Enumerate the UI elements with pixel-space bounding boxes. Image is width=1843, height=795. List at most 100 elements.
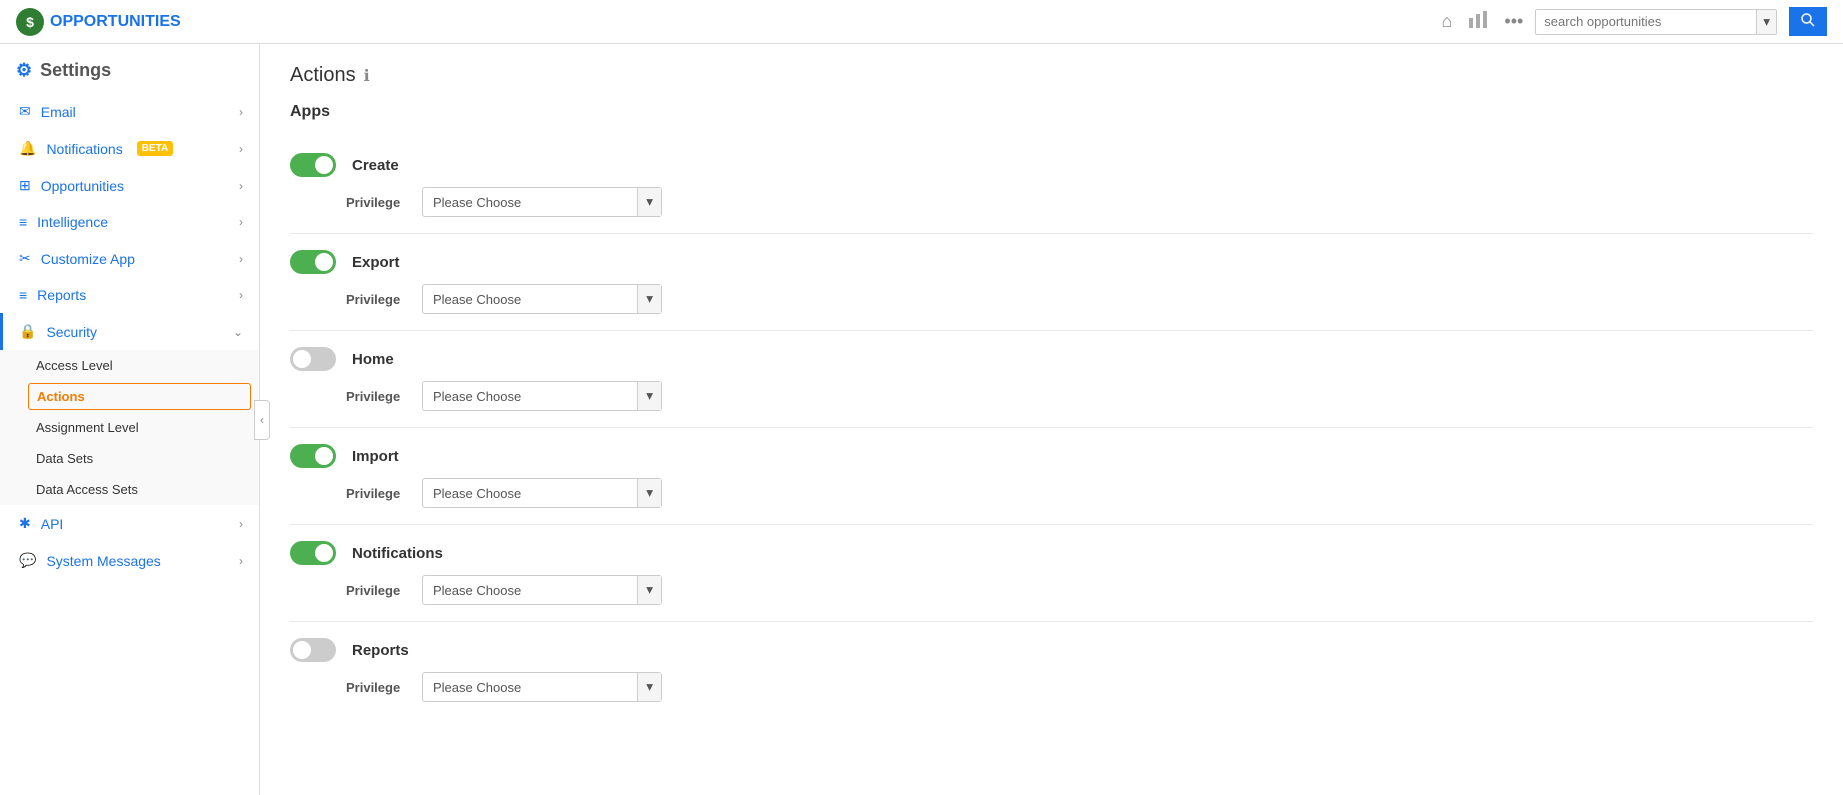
sidebar-label-system-messages: System Messages <box>46 553 160 569</box>
privilege-dropdown-btn-export[interactable]: ▾ <box>637 285 661 313</box>
privilege-row-notifications: Privilege Please Choose ▾ <box>290 575 1813 605</box>
action-row-home: Home Privilege Please Choose ▾ <box>290 330 1813 427</box>
action-header-notifications: Notifications <box>290 541 1813 565</box>
privilege-row-export: Privilege Please Choose ▾ <box>290 284 1813 314</box>
submenu-item-data-access-sets[interactable]: Data Access Sets <box>0 474 259 505</box>
toggle-create[interactable] <box>290 153 336 177</box>
page-title: Actions <box>290 64 356 87</box>
sidebar-item-email[interactable]: ✉ Email › <box>0 93 259 130</box>
sidebar-label-intelligence: Intelligence <box>37 214 108 230</box>
privilege-dropdown-btn-create[interactable]: ▾ <box>637 188 661 216</box>
sidebar-label-api: API <box>41 516 64 532</box>
search-input[interactable] <box>1536 10 1756 33</box>
sidebar-label-notifications: Notifications <box>46 141 122 157</box>
header-icons: ⌂ ••• <box>1442 10 1524 33</box>
action-name-reports: Reports <box>352 642 409 659</box>
sidebar-label-customize-app: Customize App <box>41 251 135 267</box>
search-container: ▾ <box>1535 9 1777 35</box>
privilege-label-notifications: Privilege <box>346 583 406 598</box>
privilege-select-create[interactable]: Please Choose ▾ <box>422 187 662 217</box>
sidebar-label-opportunities: Opportunities <box>41 178 124 194</box>
info-icon[interactable]: ℹ <box>364 66 370 86</box>
action-header-export: Export <box>290 250 1813 274</box>
layout: ⚙ Settings ✉ Email › 🔔 Notifications BET… <box>0 44 1843 795</box>
privilege-select-export[interactable]: Please Choose ▾ <box>422 284 662 314</box>
privilege-label-import: Privilege <box>346 486 406 501</box>
sidebar-item-intelligence[interactable]: ≡ Intelligence › <box>0 204 259 240</box>
chevron-right-icon: › <box>239 288 243 302</box>
wrench-icon: ✂ <box>19 250 31 267</box>
chevron-right-icon: › <box>239 252 243 266</box>
action-header-import: Import <box>290 444 1813 468</box>
privilege-label-create: Privilege <box>346 195 406 210</box>
chart-icon[interactable] <box>1468 10 1488 33</box>
privilege-select-import[interactable]: Please Choose ▾ <box>422 478 662 508</box>
action-row-notifications: Notifications Privilege Please Choose ▾ <box>290 524 1813 621</box>
chevron-right-icon: › <box>239 215 243 229</box>
chevron-right-icon: › <box>239 179 243 193</box>
message-icon: 💬 <box>19 552 36 569</box>
action-rows-container: Create Privilege Please Choose ▾ Export … <box>290 137 1813 718</box>
more-icon[interactable]: ••• <box>1504 11 1523 32</box>
logo-text: OPPORTUNITIES <box>50 13 181 31</box>
action-name-home: Home <box>352 351 394 368</box>
action-header-reports: Reports <box>290 638 1813 662</box>
security-submenu: Access Level Actions Assignment Level Da… <box>0 350 259 505</box>
privilege-select-text-notifications: Please Choose <box>423 577 637 604</box>
home-icon[interactable]: ⌂ <box>1442 11 1453 32</box>
privilege-label-reports: Privilege <box>346 680 406 695</box>
action-row-create: Create Privilege Please Choose ▾ <box>290 137 1813 233</box>
sidebar-item-api[interactable]: ✱ API › <box>0 505 259 542</box>
privilege-label-home: Privilege <box>346 389 406 404</box>
toggle-import[interactable] <box>290 444 336 468</box>
privilege-dropdown-btn-import[interactable]: ▾ <box>637 479 661 507</box>
privilege-label-export: Privilege <box>346 292 406 307</box>
privilege-select-text-import: Please Choose <box>423 480 637 507</box>
grid-icon: ⊞ <box>19 177 31 194</box>
privilege-select-text-create: Please Choose <box>423 189 637 216</box>
chevron-right-icon: › <box>239 554 243 568</box>
toggle-home[interactable] <box>290 347 336 371</box>
sidebar-item-customize-app[interactable]: ✂ Customize App › <box>0 240 259 277</box>
privilege-select-text-reports: Please Choose <box>423 674 637 701</box>
privilege-dropdown-btn-reports[interactable]: ▾ <box>637 673 661 701</box>
privilege-row-import: Privilege Please Choose ▾ <box>290 478 1813 508</box>
privilege-row-reports: Privilege Please Choose ▾ <box>290 672 1813 702</box>
sidebar-item-opportunities[interactable]: ⊞ Opportunities › <box>0 167 259 204</box>
privilege-select-text-home: Please Choose <box>423 383 637 410</box>
sidebar-item-notifications[interactable]: 🔔 Notifications BETA › <box>0 130 259 167</box>
privilege-select-reports[interactable]: Please Choose ▾ <box>422 672 662 702</box>
sidebar-label-reports: Reports <box>37 287 86 303</box>
submenu-item-actions[interactable]: Actions <box>28 383 251 410</box>
action-name-export: Export <box>352 254 400 271</box>
privilege-select-text-export: Please Choose <box>423 286 637 313</box>
action-header-home: Home <box>290 347 1813 371</box>
search-dropdown-btn[interactable]: ▾ <box>1756 10 1776 34</box>
list-icon: ≡ <box>19 214 27 230</box>
action-row-export: Export Privilege Please Choose ▾ <box>290 233 1813 330</box>
chevron-right-icon: › <box>239 105 243 119</box>
privilege-select-home[interactable]: Please Choose ▾ <box>422 381 662 411</box>
toggle-notifications[interactable] <box>290 541 336 565</box>
chevron-down-icon: ⌄ <box>233 325 243 339</box>
sidebar-label-email: Email <box>41 104 76 120</box>
bell-icon: 🔔 <box>19 140 36 157</box>
submenu-item-access-level[interactable]: Access Level <box>0 350 259 381</box>
privilege-select-notifications[interactable]: Please Choose ▾ <box>422 575 662 605</box>
sidebar-item-security[interactable]: 🔒 Security ⌄ <box>0 313 259 350</box>
collapse-handle[interactable]: ‹ <box>254 400 270 440</box>
sidebar-title: ⚙ Settings <box>0 44 259 93</box>
submenu-item-data-sets[interactable]: Data Sets <box>0 443 259 474</box>
privilege-dropdown-btn-home[interactable]: ▾ <box>637 382 661 410</box>
submenu-item-assignment-level[interactable]: Assignment Level <box>0 412 259 443</box>
toggle-export[interactable] <box>290 250 336 274</box>
chevron-right-icon: › <box>239 142 243 156</box>
toggle-reports[interactable] <box>290 638 336 662</box>
sidebar: ⚙ Settings ✉ Email › 🔔 Notifications BET… <box>0 44 260 795</box>
sidebar-item-system-messages[interactable]: 💬 System Messages › <box>0 542 259 579</box>
privilege-dropdown-btn-notifications[interactable]: ▾ <box>637 576 661 604</box>
sidebar-title-text: Settings <box>40 60 111 81</box>
reports-icon: ≡ <box>19 287 27 303</box>
sidebar-item-reports[interactable]: ≡ Reports › <box>0 277 259 313</box>
search-button[interactable] <box>1789 7 1827 36</box>
